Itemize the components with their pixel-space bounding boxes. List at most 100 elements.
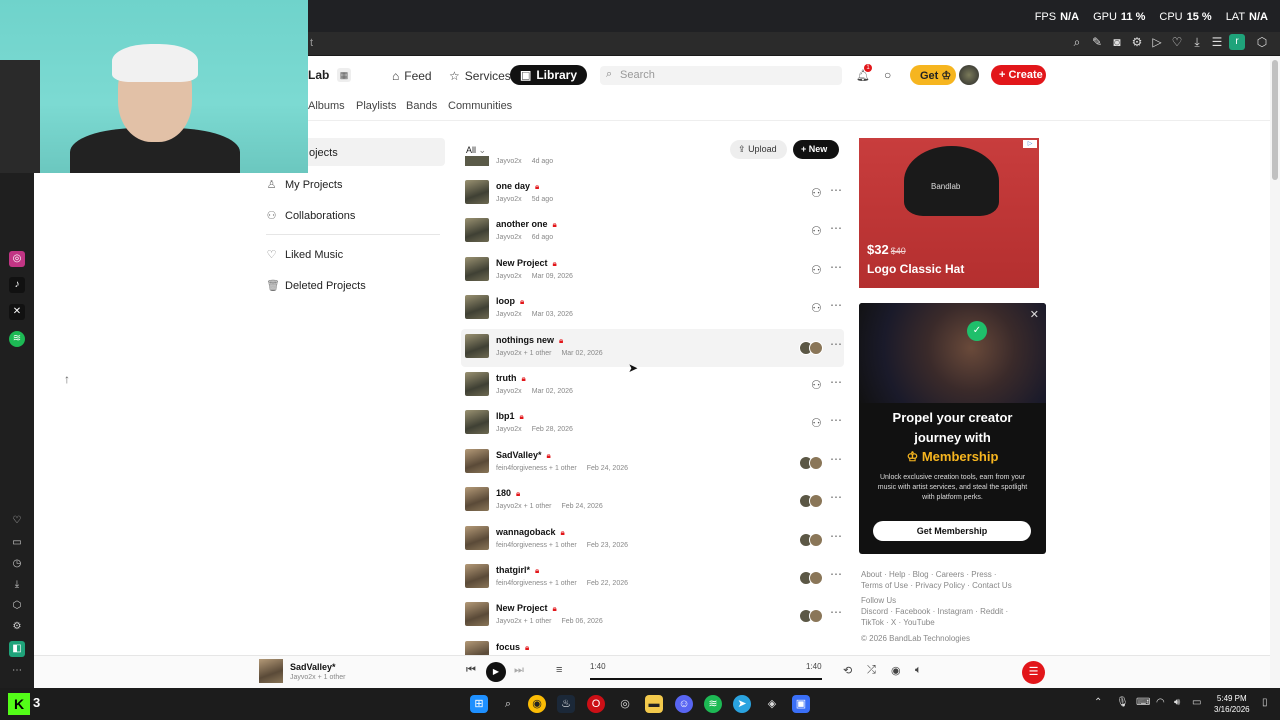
next-icon[interactable]: ⏭︎	[514, 664, 524, 677]
more-options-icon[interactable]: ⋯	[830, 260, 843, 274]
hat-ad[interactable]: Bandlab $32 $40 Logo Classic Hat ▷	[859, 138, 1039, 288]
collaborator-avatars[interactable]	[799, 456, 825, 470]
collaborator-avatars[interactable]	[799, 341, 825, 355]
project-thumbnail[interactable]	[465, 295, 489, 319]
chrome-icon[interactable]: ◉	[528, 695, 546, 713]
collab-add-icon[interactable]: ⚇	[811, 186, 822, 200]
volume-icon[interactable]: 🔈︎	[915, 664, 922, 677]
x-icon[interactable]: ✕	[9, 304, 25, 320]
project-title[interactable]: another one 🔒︎	[496, 219, 557, 230]
previous-icon[interactable]: ⏮︎	[466, 664, 476, 677]
project-thumbnail[interactable]	[465, 564, 489, 588]
repeat-icon[interactable]: ⟲	[843, 664, 852, 677]
file-explorer-icon[interactable]: ▬	[645, 695, 663, 713]
page-scrollbar[interactable]	[1270, 56, 1280, 688]
project-title[interactable]: focus 🔒︎	[496, 642, 529, 653]
project-row[interactable]: 180 🔒︎ Jayvo2x + 1 other Feb 24, 2026 ⋯	[461, 482, 844, 520]
ad-choices-icon[interactable]: ▷	[1023, 140, 1037, 148]
queue-button[interactable]: ☰	[1022, 661, 1045, 684]
more-options-icon[interactable]: ⋯	[830, 452, 843, 466]
apps-grid-icon[interactable]: ▦	[337, 68, 351, 82]
nav-services[interactable]: ☆ Services	[449, 69, 511, 83]
project-thumbnail[interactable]	[465, 487, 489, 511]
tab-albums[interactable]: Albums	[308, 100, 345, 112]
more-options-icon[interactable]: ⋯	[830, 337, 843, 351]
project-title[interactable]: wannagoback 🔒︎	[496, 527, 565, 538]
filter-dropdown[interactable]: All ⌄	[466, 145, 486, 156]
sidebar-item-deleted-projects[interactable]: 🗑︎ Deleted Projects	[266, 279, 366, 293]
footer-social-2[interactable]: TikTok · X · YouTube	[861, 618, 935, 627]
opera-gx-icon[interactable]: O	[587, 695, 605, 713]
spotify-icon[interactable]: ≋	[704, 695, 722, 713]
collab-add-icon[interactable]: ⚇	[811, 224, 822, 238]
project-row[interactable]: thatgirl* 🔒︎ fein4forgiveness + 1 other Feb…	[461, 559, 844, 597]
settings-icon[interactable]: ⚙	[1129, 35, 1145, 49]
more-options-icon[interactable]: ⋯	[830, 298, 843, 312]
footer-links-2[interactable]: Terms of Use · Privacy Policy · Contact …	[861, 581, 1012, 590]
collaborator-avatars[interactable]	[799, 571, 825, 585]
get-membership-button[interactable]: Get ♔	[910, 65, 956, 85]
footer-links-1[interactable]: About · Help · Blog · Careers · Press ·	[861, 570, 997, 579]
close-icon[interactable]: ✕	[1030, 308, 1039, 321]
project-thumbnail[interactable]	[465, 410, 489, 434]
project-row[interactable]: focus 🔒︎	[461, 636, 844, 665]
edit-icon[interactable]: ✎	[1089, 35, 1105, 49]
heart-icon[interactable]: ♡	[1169, 35, 1185, 49]
site-logo[interactable]: Lab	[308, 68, 329, 82]
project-row[interactable]: one day 🔒︎ Jayvo2x 5d ago ⚇ ⋯	[461, 175, 844, 213]
more-icon[interactable]: ⋯	[9, 663, 25, 679]
kick-icon[interactable]: K	[8, 693, 30, 715]
collab-add-icon[interactable]: ⚇	[811, 416, 822, 430]
volume-icon[interactable]: 🔊︎	[1174, 697, 1180, 708]
queue-list-icon[interactable]: ≡	[556, 664, 562, 676]
more-options-icon[interactable]: ⋯	[830, 605, 843, 619]
project-thumbnail[interactable]	[465, 526, 489, 550]
project-title[interactable]: New Project 🔒︎	[496, 258, 557, 269]
project-thumbnail[interactable]	[465, 180, 489, 204]
user-avatar[interactable]	[959, 65, 979, 85]
spotify-icon[interactable]: ≋	[9, 331, 25, 347]
wifi-icon[interactable]: ◠	[1156, 697, 1165, 708]
new-project-button[interactable]: + New	[793, 140, 839, 159]
project-title[interactable]: one day 🔒︎	[496, 181, 539, 192]
project-title[interactable]: lbp1 🔒︎	[496, 411, 524, 422]
more-options-icon[interactable]: ⋯	[830, 490, 843, 504]
project-title[interactable]: nothings new 🔒︎	[496, 335, 563, 346]
project-row[interactable]: wannagoback 🔒︎ fein4forgiveness + 1 other F…	[461, 521, 844, 559]
profile-button[interactable]: r	[1229, 34, 1245, 50]
get-membership-ad-button[interactable]: Get Membership	[873, 521, 1031, 541]
project-title[interactable]: SadValley* 🔒︎	[496, 450, 551, 461]
project-row[interactable]: New Project 🔒︎ Jayvo2x + 1 other Feb 06, 20…	[461, 597, 844, 635]
scroll-to-top-icon[interactable]: ↑	[64, 372, 70, 386]
collab-add-icon[interactable]: ⚇	[811, 378, 822, 392]
cube-icon[interactable]: ⬡	[9, 598, 25, 614]
footer-social-1[interactable]: Discord · Facebook · Instagram · Reddit …	[861, 607, 1008, 616]
project-row[interactable]: nothings new 🔒︎ Jayvo2x + 1 other Mar 02, 2…	[461, 329, 844, 367]
search-input[interactable]: ⌕ Search	[600, 66, 842, 85]
nav-library[interactable]: ▣ Library	[510, 65, 588, 85]
tab-playlists[interactable]: Playlists	[356, 100, 396, 112]
project-title[interactable]: truth 🔒︎	[496, 373, 526, 384]
notifications-icon[interactable]: ▯	[1262, 697, 1268, 708]
project-title[interactable]: loop 🔒︎	[496, 296, 524, 307]
project-thumbnail[interactable]	[465, 334, 489, 358]
nav-feed[interactable]: ⌂ Feed	[392, 69, 432, 83]
create-button[interactable]: + Create	[991, 65, 1046, 85]
collaborator-avatars[interactable]	[799, 533, 825, 547]
project-row[interactable]: lbp1 🔒︎ Jayvo2x Feb 28, 2026 ⚇ ⋯	[461, 405, 844, 443]
project-row[interactable]: SadValley* 🔒︎ fein4forgiveness + 1 other Fe…	[461, 444, 844, 482]
more-options-icon[interactable]: ⋯	[830, 183, 843, 197]
battery-icon[interactable]: ▭	[1192, 697, 1201, 708]
project-title[interactable]: thatgirl* 🔒︎	[496, 565, 539, 576]
membership-ad[interactable]: ✓ ✕ Propel your creator journey with ♔ M…	[859, 303, 1046, 554]
project-row[interactable]: New Project 🔒︎ Jayvo2x Mar 09, 2026 ⚇ ⋯	[461, 252, 844, 290]
obs-icon[interactable]: ◎	[616, 695, 634, 713]
upload-button[interactable]: ⇪ Upload	[730, 140, 787, 159]
more-options-icon[interactable]: ⋯	[830, 413, 843, 427]
project-title[interactable]: New Project 🔒︎	[496, 603, 557, 614]
project-thumbnail[interactable]	[465, 257, 489, 281]
more-options-icon[interactable]: ⋯	[830, 529, 843, 543]
more-options-icon[interactable]: ⋯	[830, 221, 843, 235]
more-options-icon[interactable]: ⋯	[830, 567, 843, 581]
more-options-icon[interactable]: ⋯	[830, 375, 843, 389]
